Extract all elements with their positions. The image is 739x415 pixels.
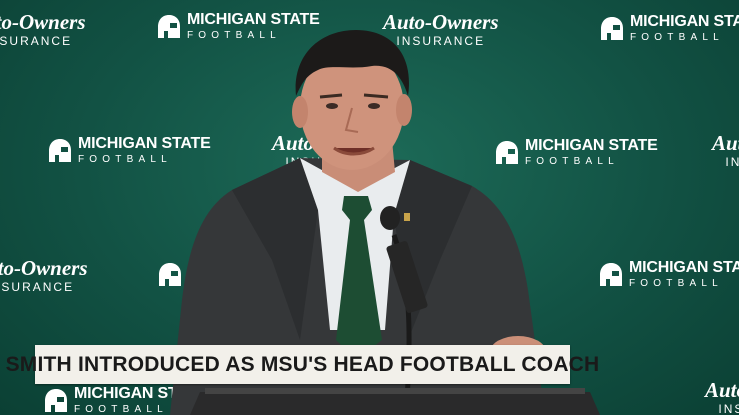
press-conference-frame: Auto-Owners INSURANCE MICHIGAN STATEFOOT…	[0, 0, 739, 415]
headline-text: SMITH INTRODUCED AS MSU'S HEAD FOOTBALL …	[5, 352, 600, 376]
lapel-pin	[404, 213, 410, 221]
news-lower-third-banner: SMITH INTRODUCED AS MSU'S HEAD FOOTBALL …	[6, 345, 599, 384]
microphone-head	[380, 206, 400, 230]
podium	[190, 392, 600, 415]
